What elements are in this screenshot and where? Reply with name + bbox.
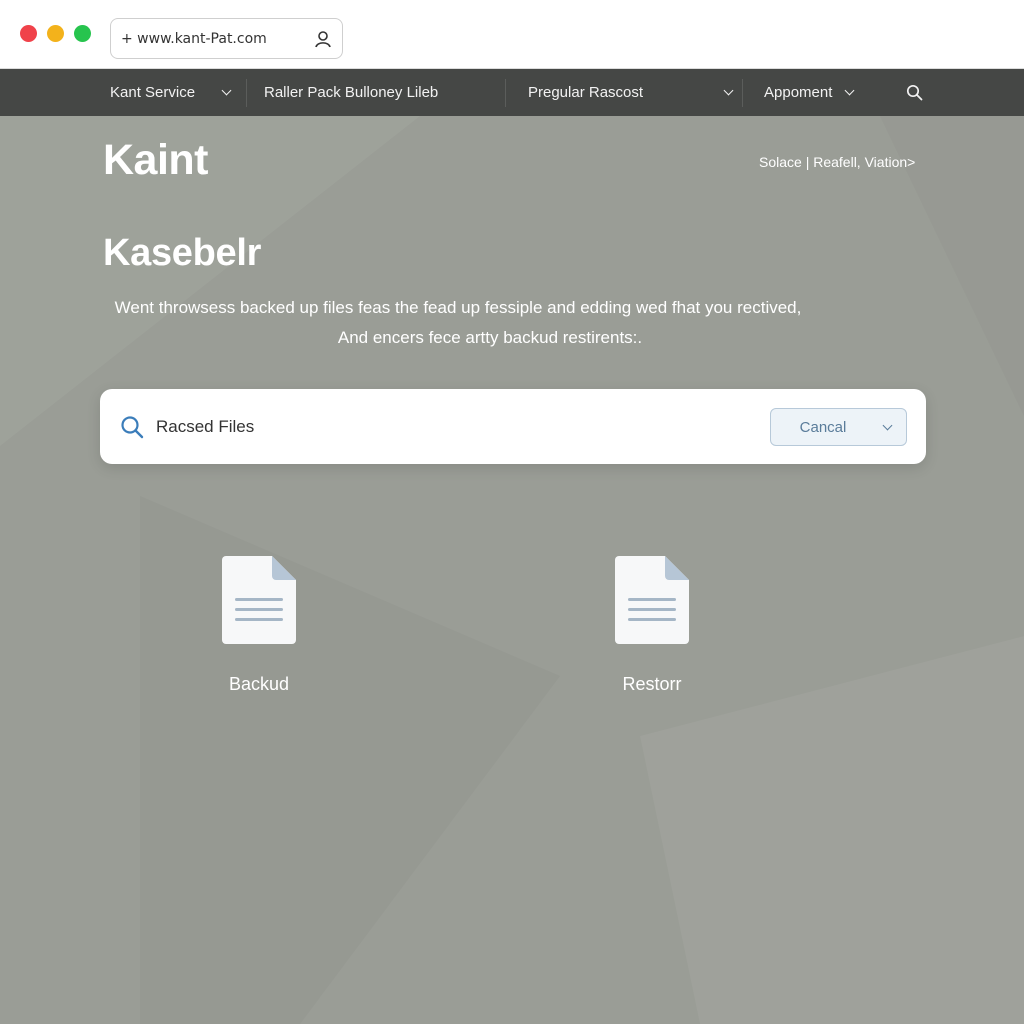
nav-divider (742, 79, 743, 107)
nav-item-label: Raller Pack Bulloney Lileb (264, 84, 439, 101)
nav-item-appoment[interactable]: Appoment (764, 69, 855, 116)
description-line-2: And encers fece artty backud restirents:… (337, 328, 643, 347)
nav-item-label: Pregular Rascost (528, 84, 644, 101)
breadcrumb[interactable]: Solace | Reafell, Viation> (759, 154, 915, 170)
nav-divider (246, 79, 247, 107)
chevron-down-icon (882, 420, 893, 430)
browser-chrome: + www.kant-Pat.com (0, 0, 1024, 69)
chevron-down-icon (221, 85, 232, 96)
address-bar[interactable]: + www.kant-Pat.com (110, 18, 343, 59)
nav-divider (505, 79, 506, 107)
cancel-button-label: Cancal (799, 418, 847, 436)
backup-tile[interactable]: Backud (184, 556, 334, 695)
document-icon (615, 556, 689, 644)
description-line-1: Went throwsess backed up files feas the … (114, 298, 802, 317)
minimize-window-button[interactable] (47, 25, 64, 42)
nav-item-label: Kant Service (110, 84, 196, 101)
restore-tile[interactable]: Restorr (577, 556, 727, 695)
page-title: Kasebelr (103, 232, 262, 274)
maximize-window-button[interactable] (74, 25, 91, 42)
search-icon (121, 416, 144, 439)
address-bar-url: + www.kant-Pat.com (121, 30, 267, 47)
search-icon[interactable] (906, 84, 923, 101)
brand-logo-text: Kaint (103, 136, 209, 184)
nav-item-kant-service[interactable]: Kant Service (110, 69, 232, 116)
chevron-down-icon (723, 85, 734, 96)
cancel-button[interactable]: Cancal (770, 408, 907, 446)
top-navbar: Kant Service Raller Pack Bulloney Lileb … (0, 69, 1024, 116)
restore-tile-label: Restorr (622, 674, 682, 694)
search-panel: Cancal (100, 389, 926, 464)
nav-item-label: Appoment (764, 84, 833, 101)
nav-item-pregular-rascost[interactable]: Pregular Rascost (528, 69, 734, 116)
backup-tile-label: Backud (228, 674, 290, 694)
search-input[interactable] (156, 409, 656, 445)
window-controls (20, 25, 91, 42)
nav-item-raller-pack[interactable]: Raller Pack Bulloney Lileb (264, 69, 438, 116)
close-window-button[interactable] (20, 25, 37, 42)
chevron-down-icon (844, 85, 855, 96)
document-icon (222, 556, 296, 644)
user-icon[interactable] (314, 30, 332, 48)
